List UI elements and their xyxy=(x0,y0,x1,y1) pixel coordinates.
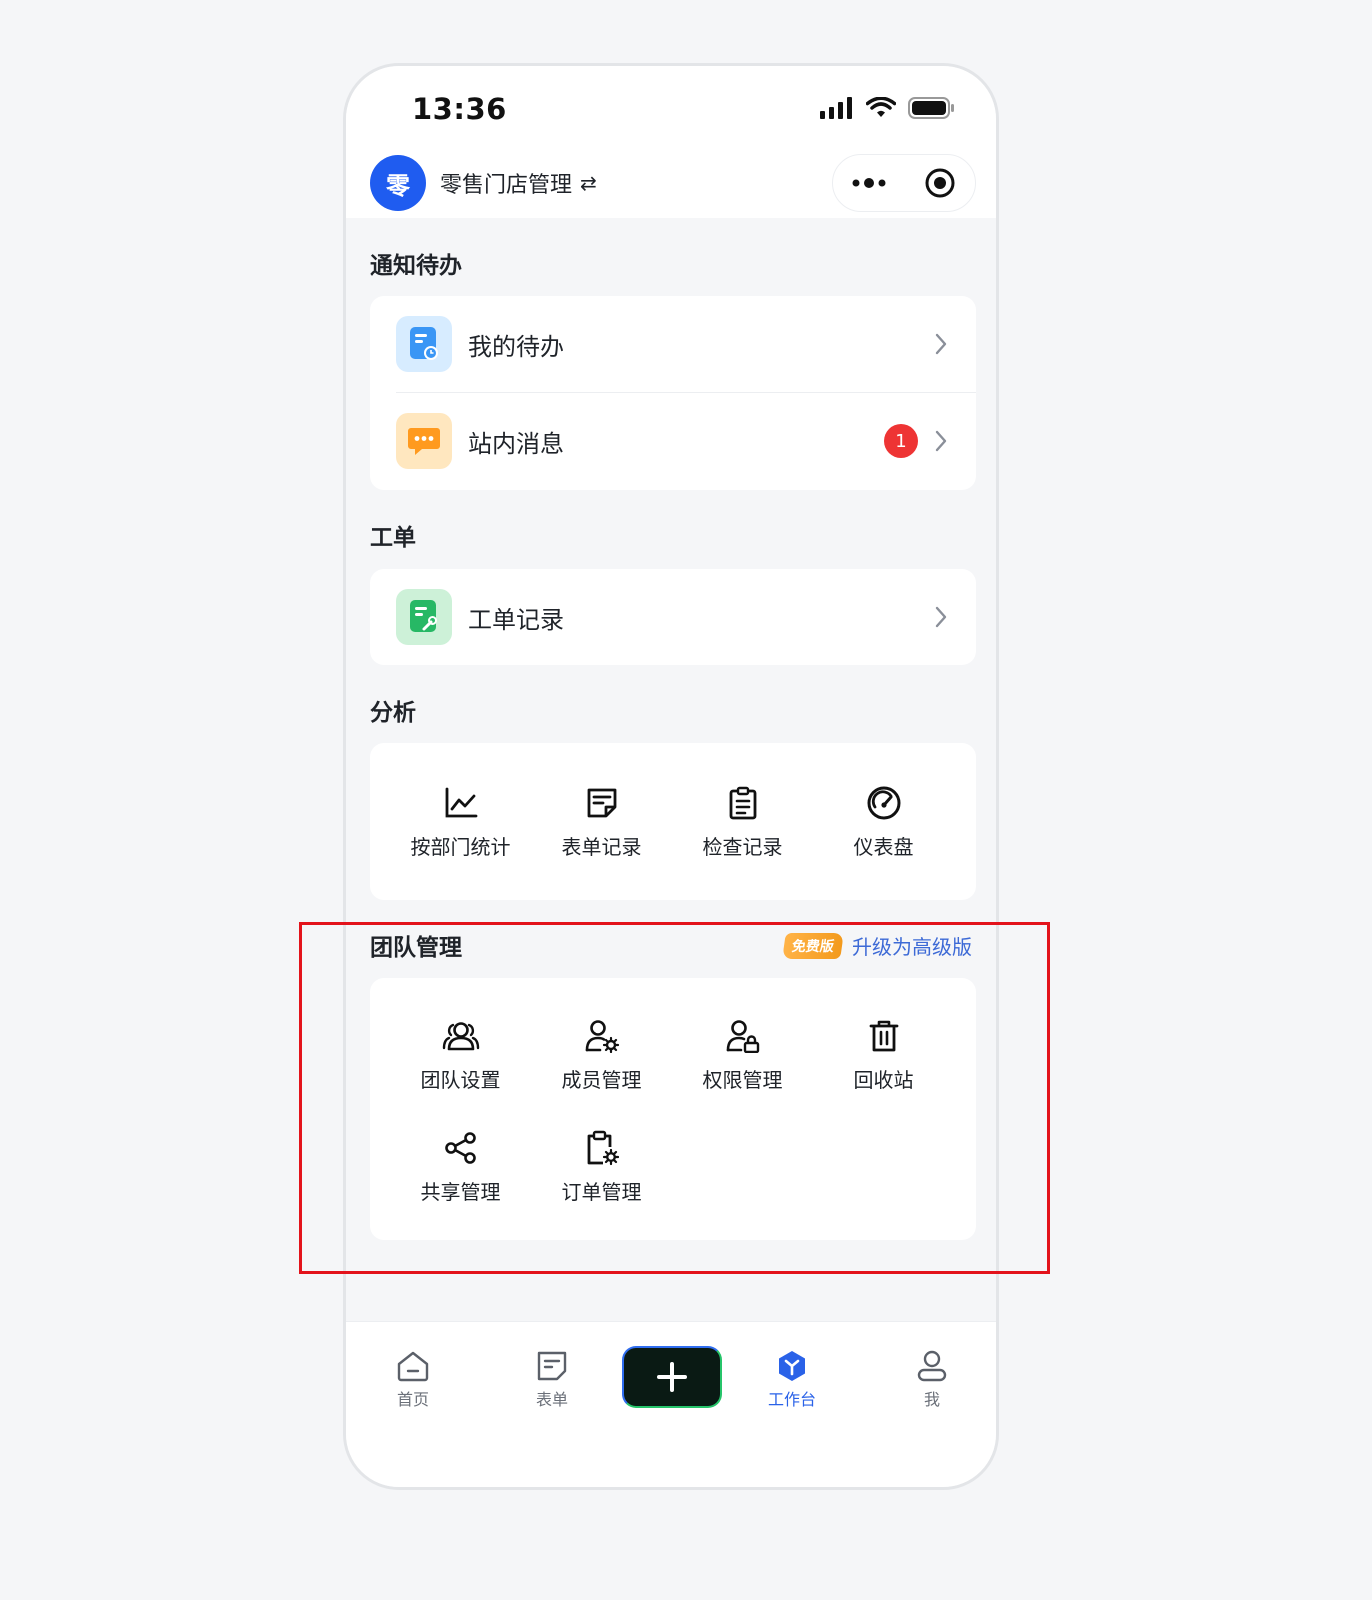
signal-icon xyxy=(820,97,852,119)
analysis-card: 按部门统计 表单记录 检查记录 仪表盘 xyxy=(370,743,976,900)
grid-item-label: 按部门统计 xyxy=(410,835,511,859)
workorder-icon xyxy=(396,589,452,645)
tab-form[interactable]: 表单 xyxy=(507,1348,597,1410)
grid-item-label: 仪表盘 xyxy=(853,835,914,859)
app-header: 零 零售门店管理 ⇄ xyxy=(370,154,986,212)
grid-item-dashboard[interactable]: 仪表盘 xyxy=(813,783,954,860)
section-title-analysis: 分析 xyxy=(370,700,416,726)
line-chart-icon xyxy=(441,783,481,823)
dashboard-icon xyxy=(864,783,904,823)
app-title[interactable]: 零售门店管理 xyxy=(440,167,572,199)
battery-icon xyxy=(908,97,954,119)
notifications-card: 我的待办 站内消息 1 xyxy=(370,296,976,490)
list-item-my-todo[interactable]: 我的待办 xyxy=(370,296,976,392)
grid-item-label: 表单记录 xyxy=(561,835,642,859)
form-icon xyxy=(537,1351,567,1381)
section-title-workorder: 工单 xyxy=(370,525,416,551)
status-icons xyxy=(820,96,956,120)
top-bar: 13:36 零 零售门店管理 ⇄ xyxy=(346,66,996,218)
list-item-label: 工单记录 xyxy=(468,605,564,634)
more-options-button[interactable] xyxy=(833,155,904,211)
status-time: 13:36 xyxy=(412,92,507,126)
form-record-icon xyxy=(582,783,622,823)
todo-icon xyxy=(396,316,452,372)
create-button[interactable] xyxy=(622,1346,722,1408)
section-title-notifications: 通知待办 xyxy=(370,253,462,279)
workbench-icon xyxy=(779,1351,805,1381)
list-item-workorder-records[interactable]: 工单记录 xyxy=(370,569,976,665)
chevron-right-icon xyxy=(935,606,947,628)
switch-app-icon[interactable]: ⇄ xyxy=(580,171,597,195)
tab-profile[interactable]: 我 xyxy=(887,1348,977,1410)
workorder-card: 工单记录 xyxy=(370,569,976,665)
checklist-icon xyxy=(723,783,763,823)
message-icon xyxy=(396,413,452,469)
close-program-button[interactable] xyxy=(904,155,975,211)
list-item-label: 站内消息 xyxy=(468,429,564,458)
home-icon xyxy=(397,1351,429,1382)
grid-item-label: 检查记录 xyxy=(702,835,783,859)
tab-label: 工作台 xyxy=(767,1390,816,1409)
grid-item-form-records[interactable]: 表单记录 xyxy=(531,783,672,860)
grid-item-inspection-records[interactable]: 检查记录 xyxy=(672,783,813,860)
tab-workbench[interactable]: 工作台 xyxy=(747,1348,837,1410)
more-dots-icon xyxy=(852,178,885,188)
unread-badge: 1 xyxy=(884,424,918,458)
list-item-label: 我的待办 xyxy=(468,332,564,361)
plus-icon xyxy=(657,1362,687,1392)
tab-label: 我 xyxy=(923,1390,940,1409)
chevron-right-icon xyxy=(935,333,947,355)
tab-home[interactable]: 首页 xyxy=(368,1348,458,1410)
mini-program-capsule xyxy=(832,154,976,212)
phone-frame: 13:36 零 零售门店管理 ⇄ 通知待办 我的待办 站内消息 1 工单 工单记… xyxy=(343,63,999,1490)
chevron-right-icon xyxy=(935,430,947,452)
app-logo[interactable]: 零 xyxy=(370,155,426,211)
profile-icon xyxy=(917,1350,947,1382)
tab-label: 表单 xyxy=(535,1390,568,1409)
tab-label: 首页 xyxy=(396,1390,429,1409)
list-item-site-messages[interactable]: 站内消息 1 xyxy=(370,393,976,489)
wifi-icon xyxy=(866,97,896,117)
highlight-box xyxy=(299,922,1050,1274)
grid-item-department-stats[interactable]: 按部门统计 xyxy=(390,783,531,860)
bottom-tab-bar: 首页 表单 工作台 我 xyxy=(346,1321,996,1487)
target-close-icon xyxy=(925,168,954,198)
